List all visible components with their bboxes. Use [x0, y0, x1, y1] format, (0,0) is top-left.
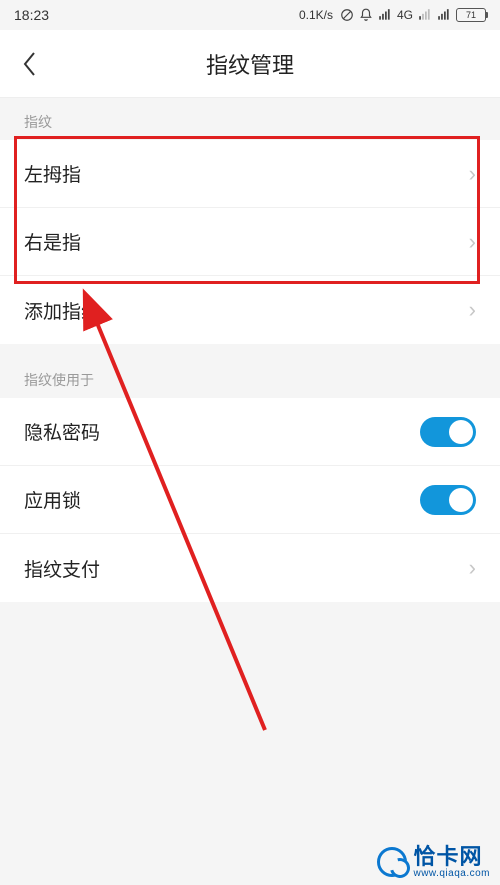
- chevron-right-icon: ›: [469, 231, 476, 253]
- bell-icon: [359, 8, 373, 22]
- usage-list: 隐私密码 应用锁 指纹支付 ›: [0, 398, 500, 602]
- watermark-url: www.qiaqa.com: [413, 869, 490, 880]
- fingerprint-item-left-thumb[interactable]: 左拇指 ›: [0, 140, 500, 208]
- watermark-name: 恰卡网: [413, 845, 490, 868]
- chevron-right-icon: ›: [469, 557, 476, 579]
- battery-indicator: 71: [456, 8, 486, 22]
- battery-pct: 71: [466, 10, 476, 20]
- row-label: 应用锁: [24, 486, 81, 513]
- watermark: 恰卡网 www.qiaqa.com: [377, 845, 490, 879]
- row-label: 右是指: [24, 228, 81, 255]
- network-type: 4G: [397, 8, 413, 22]
- fingerprint-list: 左拇指 › 右是指 › 添加指纹 ›: [0, 140, 500, 344]
- row-label: 左拇指: [24, 160, 81, 187]
- status-bar: 18:23 0.1K/s 4G 71: [0, 0, 500, 30]
- page-header: 指纹管理: [0, 30, 500, 98]
- dnd-icon: [340, 8, 354, 22]
- add-fingerprint-button[interactable]: 添加指纹 ›: [0, 276, 500, 344]
- signal-icon-2: [418, 8, 432, 22]
- privacy-password-row: 隐私密码: [0, 398, 500, 466]
- signal-icon: [378, 8, 392, 22]
- fingerprint-item-right-finger[interactable]: 右是指 ›: [0, 208, 500, 276]
- status-time: 18:23: [14, 7, 49, 23]
- row-label: 添加指纹: [24, 297, 100, 324]
- fingerprint-payment-row[interactable]: 指纹支付 ›: [0, 534, 500, 602]
- status-indicators: 0.1K/s 4G 71: [299, 8, 486, 22]
- section-label-usage: 指纹使用于: [0, 356, 500, 398]
- chevron-right-icon: ›: [469, 299, 476, 321]
- privacy-password-toggle[interactable]: [420, 417, 476, 447]
- app-lock-toggle[interactable]: [420, 485, 476, 515]
- signal-icon-3: [437, 8, 451, 22]
- section-label-fingerprints: 指纹: [0, 98, 500, 140]
- row-label: 指纹支付: [24, 555, 100, 582]
- row-label: 隐私密码: [24, 418, 100, 445]
- network-speed: 0.1K/s: [299, 8, 333, 22]
- page-title: 指纹管理: [0, 48, 500, 80]
- app-lock-row: 应用锁: [0, 466, 500, 534]
- watermark-logo-icon: [377, 847, 407, 877]
- chevron-right-icon: ›: [469, 163, 476, 185]
- back-button[interactable]: [0, 30, 60, 97]
